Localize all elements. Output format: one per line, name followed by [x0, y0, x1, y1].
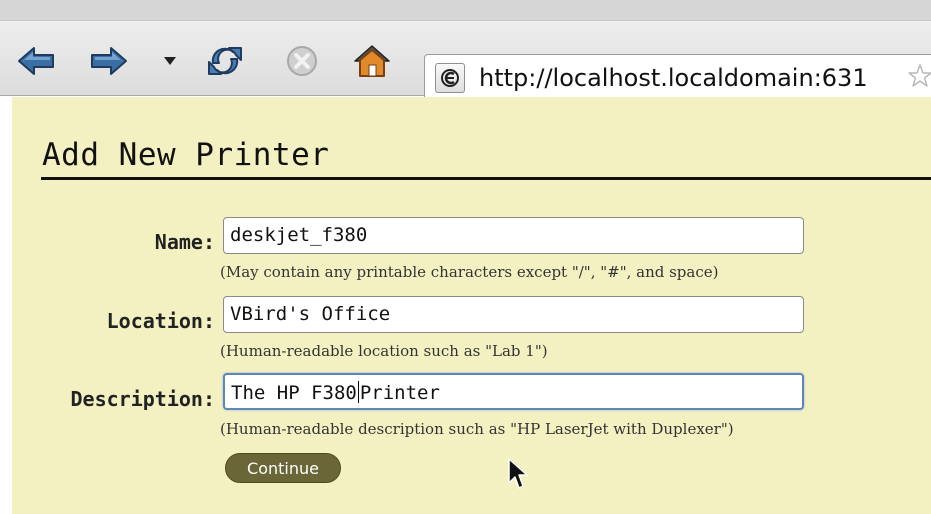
name-hint: (May contain any printable characters ex…	[220, 263, 719, 281]
back-arrow-icon	[17, 46, 55, 76]
window-top-strip	[0, 0, 931, 20]
description-text-before-caret: The HP F380	[231, 382, 357, 404]
description-label: Description:	[70, 387, 216, 411]
location-label: Location:	[106, 309, 215, 333]
browser-toolbar: http://localhost.localdomain:631	[0, 20, 931, 102]
location-input[interactable]: VBird's Office	[223, 296, 804, 333]
page-content: Add New Printer Name: deskjet_f380 (May …	[12, 97, 931, 514]
stop-button[interactable]	[280, 39, 324, 83]
history-dropdown-button[interactable]	[150, 39, 190, 83]
back-button[interactable]	[14, 39, 58, 83]
bookmark-star-icon[interactable]	[907, 63, 931, 93]
description-input[interactable]: The HP F380 Printer	[223, 373, 804, 410]
description-text-after-caret: Printer	[359, 382, 440, 404]
name-label: Name:	[154, 230, 215, 254]
stop-icon	[285, 44, 319, 78]
name-input[interactable]: deskjet_f380	[223, 217, 804, 254]
text-caret	[357, 381, 359, 403]
forward-button[interactable]	[87, 39, 131, 83]
home-icon	[352, 43, 392, 79]
home-button[interactable]	[350, 39, 394, 83]
description-hint: (Human-readable description such as "HP …	[220, 420, 734, 438]
dropdown-triangle-icon	[163, 56, 177, 66]
location-hint: (Human-readable location such as "Lab 1"…	[220, 342, 548, 360]
url-text[interactable]: http://localhost.localdomain:631	[479, 64, 868, 92]
reload-icon	[205, 43, 245, 79]
url-bar[interactable]: http://localhost.localdomain:631	[424, 54, 931, 102]
reload-button[interactable]	[203, 39, 247, 83]
title-divider	[41, 177, 931, 180]
forward-arrow-icon	[90, 46, 128, 76]
mouse-pointer-icon	[507, 457, 531, 495]
site-identity-icon[interactable]	[435, 63, 465, 93]
page-title: Add New Printer	[42, 137, 330, 173]
continue-button[interactable]: Continue	[225, 453, 341, 483]
